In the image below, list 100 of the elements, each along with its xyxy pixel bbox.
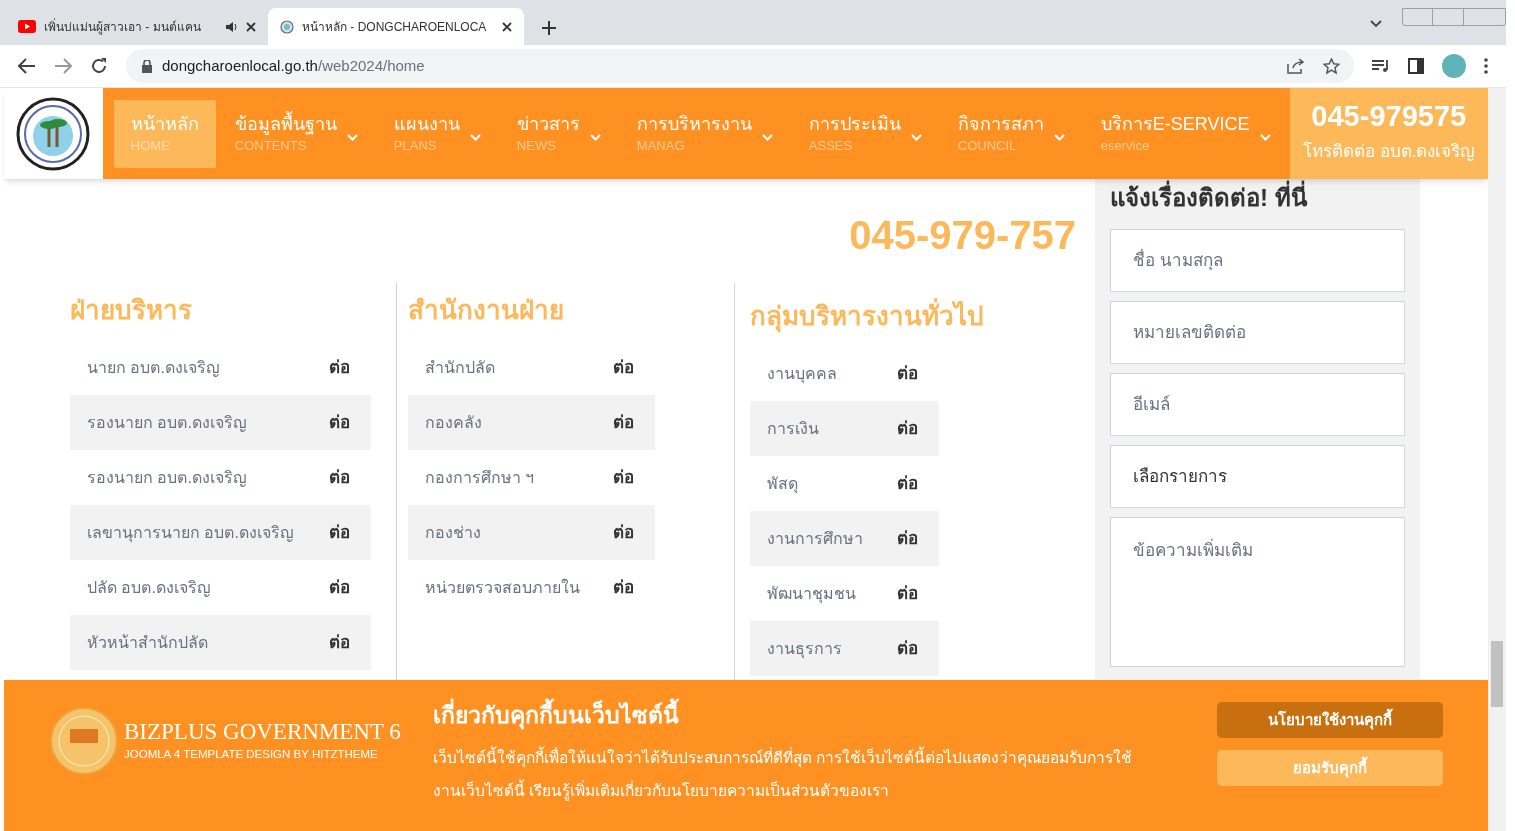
- list-row[interactable]: พัสดุ ต่อ: [750, 456, 939, 511]
- list-row[interactable]: รองนายก อบต.ดงเจริญ ต่อ: [70, 395, 371, 450]
- nav-subtitle: ASSES: [808, 139, 854, 152]
- cookie-text: เว็บไซต์นี้ใช้คุกกี้เพื่อให้แน่ใจว่าได้รับประสบการณ์ที่ดีที่สุด การใช้เว็บไซต์นี้ต่อไปแสดงว่าคุณยอมรับการใช้งานเว็บไซต์นี้ เรียนรู้เพิ่มเติมเกี่ยวกับนโยบายความเป็นส่วนตัวของเรา: [433, 745, 1134, 803]
- column-title: ฝ่ายบริหาร: [70, 294, 193, 327]
- close-icon[interactable]: [502, 21, 512, 32]
- row-link[interactable]: ต่อ: [329, 409, 350, 436]
- browser-tab[interactable]: หน้าหลัก - DONGCHAROENLOCA: [268, 8, 524, 45]
- logo[interactable]: [16, 96, 91, 171]
- share-icon[interactable]: [1287, 58, 1305, 74]
- close-icon[interactable]: [246, 21, 256, 32]
- row-label: เลขานุการนายก อบต.ดงเจริญ: [87, 522, 294, 545]
- row-label: สำนักปลัด: [425, 357, 495, 378]
- contact-title: แจ้งเรื่องติดต่อ! ที่นี่: [1110, 180, 1405, 216]
- select-field[interactable]: เลือกรายการ: [1110, 445, 1405, 508]
- nav-subtitle: eservice: [1100, 139, 1151, 152]
- nav-subtitle: COUNCIL: [957, 139, 1018, 152]
- list-row[interactable]: หน่วยตรวจสอบภายใน ต่อ: [408, 560, 655, 615]
- row-label: การเงิน: [767, 418, 819, 439]
- row-link[interactable]: ต่อ: [897, 580, 918, 607]
- list-row[interactable]: งานบุคคล ต่อ: [750, 346, 939, 401]
- phone-number: 045-979575: [1311, 102, 1467, 132]
- row-link[interactable]: ต่อ: [329, 629, 350, 656]
- list-row[interactable]: ปลัด อบต.ดงเจริญ ต่อ: [70, 560, 371, 615]
- row-label: หัวหน้าสำนักปลัด: [87, 632, 208, 653]
- lock-icon: [142, 59, 152, 73]
- speaker-icon[interactable]: [226, 20, 238, 33]
- row-label: กองคลัง: [425, 412, 482, 433]
- list-row[interactable]: กองช่าง ต่อ: [408, 505, 655, 560]
- row-label: กองการศึกษา ฯ: [425, 467, 535, 488]
- list-row[interactable]: พัฒนาชุมชน ต่อ: [750, 566, 939, 621]
- row-link[interactable]: ต่อ: [613, 574, 634, 601]
- star-icon[interactable]: [1323, 57, 1340, 75]
- cookie-button[interactable]: นโยบายใช้งานคุกกี้: [1217, 702, 1443, 738]
- forward-icon[interactable]: [54, 58, 72, 74]
- row-link[interactable]: ต่อ: [613, 519, 634, 546]
- list-row[interactable]: หัวหน้าสำนักปลัด ต่อ: [70, 615, 371, 670]
- nav-subtitle: PLANS: [393, 139, 438, 152]
- play-icon: [18, 20, 36, 33]
- list-row[interactable]: งานการศึกษา ต่อ: [750, 511, 939, 566]
- browser-tab[interactable]: เพิ่นบ่แม่นผู้สาวเอา - มนต์แคน: [6, 8, 268, 45]
- reload-icon[interactable]: [90, 57, 108, 75]
- row-label: พัสดุ: [767, 473, 798, 496]
- nav-subtitle: HOME: [130, 139, 171, 152]
- nav-label: การประเมิน: [808, 115, 901, 133]
- row-link[interactable]: ต่อ: [897, 470, 918, 497]
- nav-subtitle: NEWS: [516, 139, 557, 152]
- new-tab-button[interactable]: [542, 21, 556, 35]
- row-link[interactable]: ต่อ: [897, 635, 918, 662]
- row-label: รองนายก อบต.ดงเจริญ: [87, 467, 247, 489]
- list-row[interactable]: สำนักปลัด ต่อ: [408, 340, 655, 395]
- row-label: งานการศึกษา: [767, 528, 863, 549]
- row-link[interactable]: ต่อ: [329, 354, 350, 381]
- row-label: พัฒนาชุมชน: [767, 583, 856, 606]
- side-panel-icon[interactable]: [1408, 58, 1424, 74]
- row-label: งานธุรการ: [767, 638, 842, 661]
- row-link[interactable]: ต่อ: [897, 415, 918, 442]
- brand-tagline: JOOMLA 4 TEMPLATE DESIGN BY HITZTHEME: [124, 747, 379, 763]
- input-field[interactable]: หมายเลขติดต่อ: [1110, 301, 1405, 364]
- nav-label: การบริหารงาน: [636, 115, 752, 133]
- brand-name: BIZPLUS GOVERNMENT 6: [124, 717, 401, 746]
- message-field[interactable]: ข้อความเพิ่มเติม: [1110, 517, 1405, 667]
- row-link[interactable]: ต่อ: [613, 464, 634, 491]
- row-link[interactable]: ต่อ: [329, 574, 350, 601]
- row-link[interactable]: ต่อ: [329, 519, 350, 546]
- brand-logo: [50, 706, 118, 775]
- row-label: กองช่าง: [425, 522, 481, 543]
- list-row[interactable]: การเงิน ต่อ: [750, 401, 939, 456]
- input-field[interactable]: อีเมล์: [1110, 373, 1405, 436]
- list-row[interactable]: กองคลัง ต่อ: [408, 395, 655, 450]
- row-label: นายก อบต.ดงเจริญ: [87, 357, 220, 379]
- nav-label: ข่าวสาร: [516, 115, 580, 133]
- row-link[interactable]: ต่อ: [897, 360, 918, 387]
- cookie-title: เกี่ยวกับคุกกี้บนเว็บไซต์นี้: [433, 698, 1173, 733]
- row-label: ปลัด อบต.ดงเจริญ: [87, 577, 211, 599]
- address-bar[interactable]: dongcharoenlocal.go.th/web2024/home: [126, 49, 1354, 83]
- scrollbar[interactable]: [1488, 88, 1506, 831]
- nav-subtitle: MANAG: [636, 139, 686, 152]
- nav-label: กิจการสภา: [957, 115, 1044, 133]
- row-link[interactable]: ต่อ: [329, 464, 350, 491]
- menu-icon[interactable]: [1484, 58, 1488, 74]
- nav-label: แผนงาน: [393, 115, 460, 133]
- row-label: หน่วยตรวจสอบภายใน: [425, 577, 580, 598]
- row-link[interactable]: ต่อ: [613, 409, 634, 436]
- list-row[interactable]: รองนายก อบต.ดงเจริญ ต่อ: [70, 450, 371, 505]
- nav-label: บริการE-SERVICE: [1100, 115, 1250, 133]
- chevron-down-icon[interactable]: [1370, 20, 1382, 28]
- list-row[interactable]: นายก อบต.ดงเจริญ ต่อ: [70, 340, 371, 395]
- url-text: dongcharoenlocal.go.th/web2024/home: [162, 55, 426, 76]
- back-icon[interactable]: [18, 58, 36, 74]
- list-row[interactable]: กองการศึกษา ฯ ต่อ: [408, 450, 655, 505]
- row-label: รองนายก อบต.ดงเจริญ: [87, 412, 247, 434]
- list-row[interactable]: งานธุรการ ต่อ: [750, 621, 939, 676]
- media-icon[interactable]: [1372, 59, 1390, 73]
- column-title: สำนักงานฝ่าย: [408, 294, 565, 327]
- row-link[interactable]: ต่อ: [897, 525, 918, 552]
- row-link[interactable]: ต่อ: [613, 354, 634, 381]
- input-field[interactable]: ชื่อ นามสกุล: [1110, 229, 1405, 292]
- list-row[interactable]: เลขานุการนายก อบต.ดงเจริญ ต่อ: [70, 505, 371, 560]
- nav-label: หน้าหลัก: [130, 115, 199, 133]
